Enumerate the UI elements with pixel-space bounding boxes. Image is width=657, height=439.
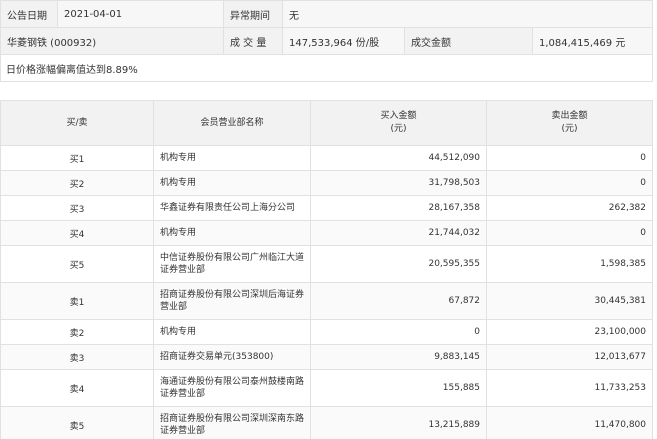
row-sell-amount: 0	[486, 145, 653, 171]
row-member: 中信证券股份有限公司广州临江大道证券营业部	[153, 245, 311, 283]
table-row: 买2 机构专用 31,798,503 0	[0, 170, 653, 196]
page-root: 公告日期 2021-04-01 异常期间 无 华菱钢铁 (000932) 成 交…	[0, 0, 657, 439]
row-buy-amount: 20,595,355	[310, 245, 487, 283]
header-direction: 买/卖	[0, 100, 154, 146]
row-buy-amount: 0	[310, 319, 487, 345]
volume-value: 147,533,964 份/股	[282, 27, 405, 55]
header-sell-label: 卖出金额	[551, 111, 588, 121]
row-buy-amount: 155,885	[310, 369, 487, 407]
period-label: 异常期间	[223, 0, 283, 28]
row-member: 招商证券股份有限公司深圳深南东路证券营业部	[153, 406, 311, 439]
date-label: 公告日期	[0, 0, 58, 28]
table-row: 卖5 招商证券股份有限公司深圳深南东路证券营业部 13,215,889 11,4…	[0, 406, 653, 439]
row-buy-amount: 9,883,145	[310, 344, 487, 370]
row-sell-amount: 23,100,000	[486, 319, 653, 345]
row-buy-amount: 28,167,358	[310, 195, 487, 221]
row-sell-amount: 262,382	[486, 195, 653, 221]
row-direction: 买3	[0, 195, 154, 221]
period-value: 无	[281, 0, 654, 28]
volume-label: 成 交 量	[223, 27, 283, 55]
row-member: 招商证券交易单元(353800)	[153, 344, 311, 370]
stock-info-table: 公告日期 2021-04-01 异常期间 无 华菱钢铁 (000932) 成 交…	[0, 0, 654, 82]
table-row: 买5 中信证券股份有限公司广州临江大道证券营业部 20,595,355 1,59…	[0, 245, 653, 283]
row-buy-amount: 21,744,032	[310, 220, 487, 246]
row-member: 机构专用	[153, 145, 311, 171]
table-row: 卖3 招商证券交易单元(353800) 9,883,145 12,013,677	[0, 344, 653, 370]
info-row-volume: 华菱钢铁 (000932) 成 交 量 147,533,964 份/股 成交金额…	[0, 27, 654, 55]
row-buy-amount: 44,512,090	[310, 145, 487, 171]
table-row: 买1 机构专用 44,512,090 0	[0, 145, 653, 171]
row-direction: 买4	[0, 220, 154, 246]
deviation-note: 日价格涨幅偏离值达到8.89%	[0, 54, 654, 82]
row-member: 海通证券股份有限公司泰州鼓楼南路证券营业部	[153, 369, 311, 407]
row-direction: 卖2	[0, 319, 154, 345]
row-member: 华鑫证券有限责任公司上海分公司	[153, 195, 311, 221]
amount-label: 成交金额	[404, 27, 533, 55]
row-member: 机构专用	[153, 170, 311, 196]
row-sell-amount: 12,013,677	[486, 344, 653, 370]
row-buy-amount: 13,215,889	[310, 406, 487, 439]
date-value: 2021-04-01	[57, 0, 224, 28]
header-buy-label: 买入金额	[380, 111, 417, 121]
row-sell-amount: 11,470,800	[486, 406, 653, 439]
info-row-date: 公告日期 2021-04-01 异常期间 无	[0, 0, 654, 28]
table-row: 买4 机构专用 21,744,032 0	[0, 220, 653, 246]
amount-value: 1,084,415,469 元	[531, 27, 654, 55]
stock-name: 华菱钢铁 (000932)	[0, 27, 224, 55]
row-direction: 买5	[0, 245, 154, 283]
table-row: 卖4 海通证券股份有限公司泰州鼓楼南路证券营业部 155,885 11,733,…	[0, 369, 653, 407]
table-header-row: 买/卖 会员营业部名称 买入金额 (元) 卖出金额 (元)	[0, 100, 653, 146]
row-member: 机构专用	[153, 220, 311, 246]
row-direction: 卖1	[0, 282, 154, 320]
row-sell-amount: 0	[486, 220, 653, 246]
trading-detail-table: 买/卖 会员营业部名称 买入金额 (元) 卖出金额 (元) 买1 机构专用 44…	[0, 100, 653, 439]
row-sell-amount: 30,445,381	[486, 282, 653, 320]
row-member: 招商证券股份有限公司深圳后海证券营业部	[153, 282, 311, 320]
table-row: 卖2 机构专用 0 23,100,000	[0, 319, 653, 345]
row-direction: 卖5	[0, 406, 154, 439]
row-buy-amount: 31,798,503	[310, 170, 487, 196]
header-sell-unit: (元)	[561, 124, 578, 134]
header-buy: 买入金额 (元)	[310, 100, 487, 146]
table-row: 买3 华鑫证券有限责任公司上海分公司 28,167,358 262,382	[0, 195, 653, 221]
row-buy-amount: 67,872	[310, 282, 487, 320]
row-direction: 买1	[0, 145, 154, 171]
row-sell-amount: 1,598,385	[486, 245, 653, 283]
row-sell-amount: 11,733,253	[486, 369, 653, 407]
row-direction: 卖3	[0, 344, 154, 370]
row-direction: 卖4	[0, 369, 154, 407]
table-row: 卖1 招商证券股份有限公司深圳后海证券营业部 67,872 30,445,381	[0, 282, 653, 320]
info-row-note: 日价格涨幅偏离值达到8.89%	[0, 54, 654, 82]
header-member: 会员营业部名称	[153, 100, 311, 146]
row-member: 机构专用	[153, 319, 311, 345]
row-direction: 买2	[0, 170, 154, 196]
header-buy-unit: (元)	[390, 124, 407, 134]
header-sell: 卖出金额 (元)	[486, 100, 653, 146]
row-sell-amount: 0	[486, 170, 653, 196]
